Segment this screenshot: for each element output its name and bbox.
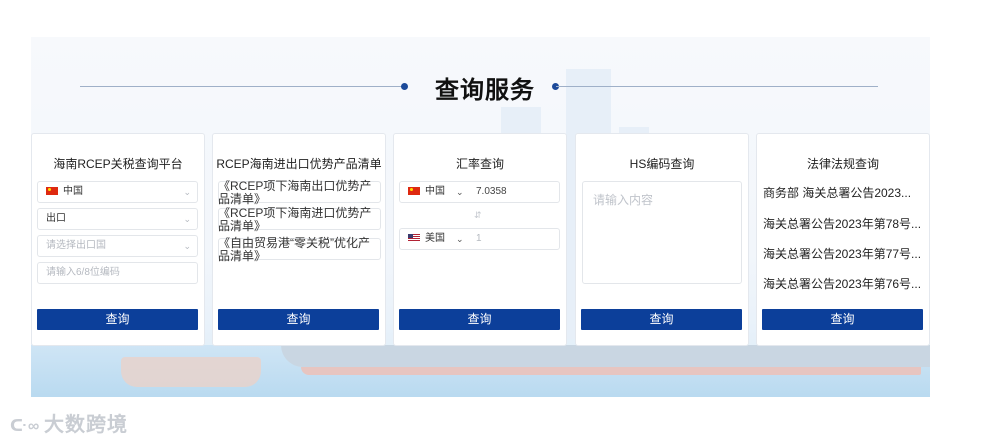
- from-currency-row[interactable]: 中国 ⌄ 7.0358: [399, 181, 560, 203]
- direction-value: 出口: [46, 213, 66, 224]
- law-item[interactable]: 海关总署公告2023年第76号...: [763, 275, 925, 292]
- hs-code-textarea[interactable]: 请输入内容: [582, 181, 742, 284]
- watermark: ᑢ∞ 大数跨境: [10, 408, 128, 437]
- card-title: HS编码查询: [629, 157, 695, 171]
- country-value: 中国: [63, 186, 83, 197]
- card-exchange-rate: 汇率查询 中国 ⌄ 7.0358 ⇵ 美国 ⌄ 1 查询: [393, 133, 567, 346]
- card-title: RCEP海南进出口优势产品清单: [216, 157, 382, 171]
- chevron-down-icon[interactable]: ⌄: [456, 229, 464, 249]
- to-value[interactable]: 1: [476, 229, 482, 249]
- import-product-list-link[interactable]: 《RCEP项下海南进口优势产品清单》: [218, 207, 381, 233]
- country-select[interactable]: 中国 ⌄: [37, 181, 198, 203]
- swap-icon[interactable]: ⇵: [474, 210, 482, 221]
- code-placeholder: 请输入6/8位编码: [46, 267, 120, 278]
- export-country-select[interactable]: 请选择出口国 ⌄: [37, 235, 198, 257]
- card-law-query: 法律法规查询 商务部 海关总署公告2023... 海关总署公告2023年第78号…: [756, 133, 930, 346]
- page: 查询服务 海南RCEP关税查询平台 中国 ⌄ 出口 ⌄ 请选择出口国 ⌄ 请输入…: [0, 0, 986, 439]
- to-currency-row[interactable]: 美国 ⌄ 1: [399, 228, 560, 250]
- card-title: 海南RCEP关税查询平台: [53, 157, 183, 171]
- hs-query-button[interactable]: 查询: [581, 309, 742, 330]
- china-flag-icon: [46, 187, 58, 195]
- exchange-query-button[interactable]: 查询: [399, 309, 560, 330]
- tariff-query-button[interactable]: 查询: [37, 309, 198, 330]
- export-product-list-link[interactable]: 《RCEP项下海南出口优势产品清单》: [218, 180, 381, 206]
- watermark-text: 大数跨境: [44, 414, 128, 436]
- from-currency: 中国: [408, 182, 445, 202]
- from-value[interactable]: 7.0358: [476, 182, 507, 202]
- card-tariff-query: 海南RCEP关税查询平台 中国 ⌄ 出口 ⌄ 请选择出口国 ⌄ 请输入6/8位编…: [31, 133, 205, 346]
- zero-tariff-list-link[interactable]: 《自由贸易港“零关税”优化产品清单》: [218, 237, 381, 263]
- card-title: 汇率查询: [455, 157, 504, 171]
- law-query-button[interactable]: 查询: [762, 309, 923, 330]
- chevron-down-icon: ⌄: [183, 214, 191, 224]
- chevron-down-icon[interactable]: ⌄: [456, 182, 464, 202]
- section-header: 查询服务: [80, 70, 878, 106]
- chevron-down-icon: ⌄: [183, 187, 191, 197]
- logo-icon: ᑢ∞: [10, 418, 41, 435]
- to-currency-label: 美国: [425, 233, 445, 244]
- to-currency: 美国: [408, 229, 445, 249]
- title-line-right: [556, 86, 878, 87]
- export-country-placeholder: 请选择出口国: [46, 240, 106, 251]
- hs-placeholder: 请输入内容: [593, 193, 654, 207]
- title-dot-left: [401, 83, 408, 90]
- card-product-list: RCEP海南进出口优势产品清单 《RCEP项下海南出口优势产品清单》 《RCEP…: [212, 133, 386, 346]
- usa-flag-icon: [408, 234, 420, 242]
- direction-select[interactable]: 出口 ⌄: [37, 208, 198, 230]
- card-title: 法律法规查询: [806, 157, 879, 171]
- title-line-left: [80, 86, 402, 87]
- china-flag-icon: [408, 187, 420, 195]
- code-input[interactable]: 请输入6/8位编码: [37, 262, 198, 284]
- card-hs-code: HS编码查询 请输入内容 查询: [575, 133, 749, 346]
- law-item[interactable]: 海关总署公告2023年第78号...: [763, 215, 925, 232]
- law-item[interactable]: 海关总署公告2023年第77号...: [763, 245, 925, 262]
- section-title: 查询服务: [435, 77, 535, 104]
- from-currency-label: 中国: [425, 186, 445, 197]
- product-query-button[interactable]: 查询: [218, 309, 379, 330]
- chevron-down-icon: ⌄: [183, 241, 191, 251]
- law-item[interactable]: 商务部 海关总署公告2023...: [763, 184, 925, 201]
